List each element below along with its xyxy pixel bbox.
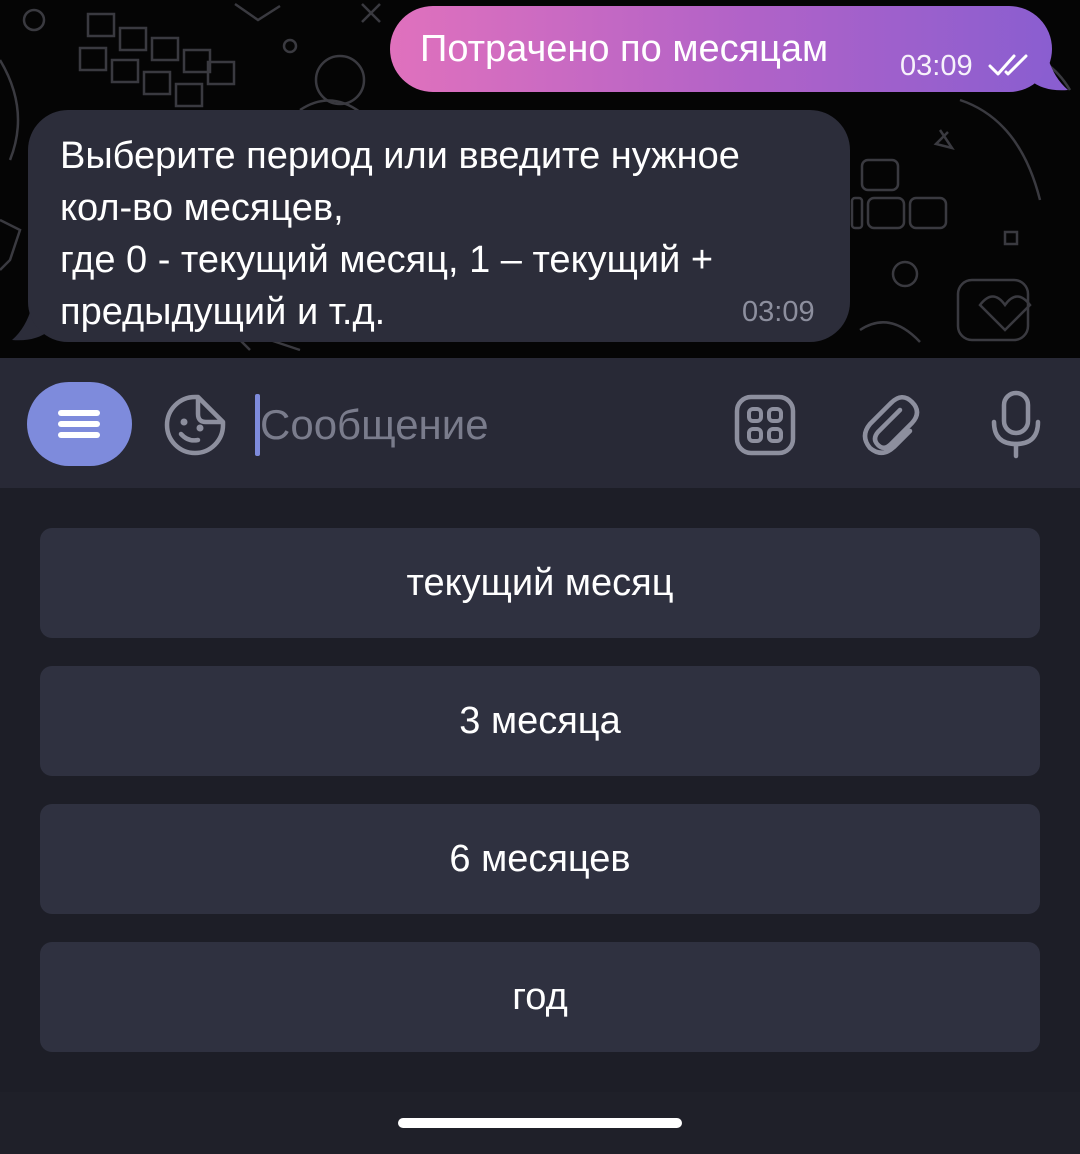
microphone-icon[interactable] xyxy=(990,390,1042,460)
incoming-message-line: Выберите период или введите нужное xyxy=(60,135,740,177)
double-check-icon xyxy=(988,54,1028,76)
bot-menu-button[interactable] xyxy=(27,382,132,466)
keyboard-button-3-months[interactable]: 3 месяца xyxy=(40,666,1040,776)
message-composer xyxy=(0,358,1080,488)
outgoing-message-time: 03:09 xyxy=(900,50,973,82)
incoming-message[interactable]: Выберите период или введите нужное кол-в… xyxy=(28,110,850,342)
telegram-chat-screen: Потрачено по месяцам 03:09 Выберите пери… xyxy=(0,0,1080,1154)
keyboard-button-year[interactable]: год xyxy=(40,942,1040,1052)
menu-lines-icon xyxy=(58,410,100,416)
sticker-icon[interactable] xyxy=(162,392,228,458)
incoming-message-text: Выберите период или введите нужное кол-в… xyxy=(60,130,830,338)
home-indicator[interactable] xyxy=(398,1118,682,1128)
system-navigation-area xyxy=(0,1092,1080,1154)
outgoing-message-text: Потрачено по месяцам xyxy=(420,28,829,70)
bot-reply-keyboard: текущий месяц 3 месяца 6 месяцев год xyxy=(0,488,1080,1092)
bot-keyboard-icon[interactable] xyxy=(734,394,796,456)
incoming-message-line: где 0 - текущий месяц, 1 – текущий + xyxy=(60,239,714,281)
menu-lines-icon-bar xyxy=(58,432,100,438)
chat-history[interactable]: Потрачено по месяцам 03:09 Выберите пери… xyxy=(0,0,1080,358)
outgoing-message[interactable]: Потрачено по месяцам 03:09 xyxy=(390,6,1052,92)
incoming-message-time: 03:09 xyxy=(742,296,815,328)
incoming-message-line: предыдущий и т.д. xyxy=(60,291,386,333)
paperclip-icon[interactable] xyxy=(860,392,922,458)
message-input[interactable] xyxy=(260,394,680,456)
keyboard-button-6-months[interactable]: 6 месяцев xyxy=(40,804,1040,914)
incoming-message-line: кол-во месяцев, xyxy=(60,187,344,229)
menu-lines-icon-bar xyxy=(58,421,100,427)
keyboard-button-current-month[interactable]: текущий месяц xyxy=(40,528,1040,638)
